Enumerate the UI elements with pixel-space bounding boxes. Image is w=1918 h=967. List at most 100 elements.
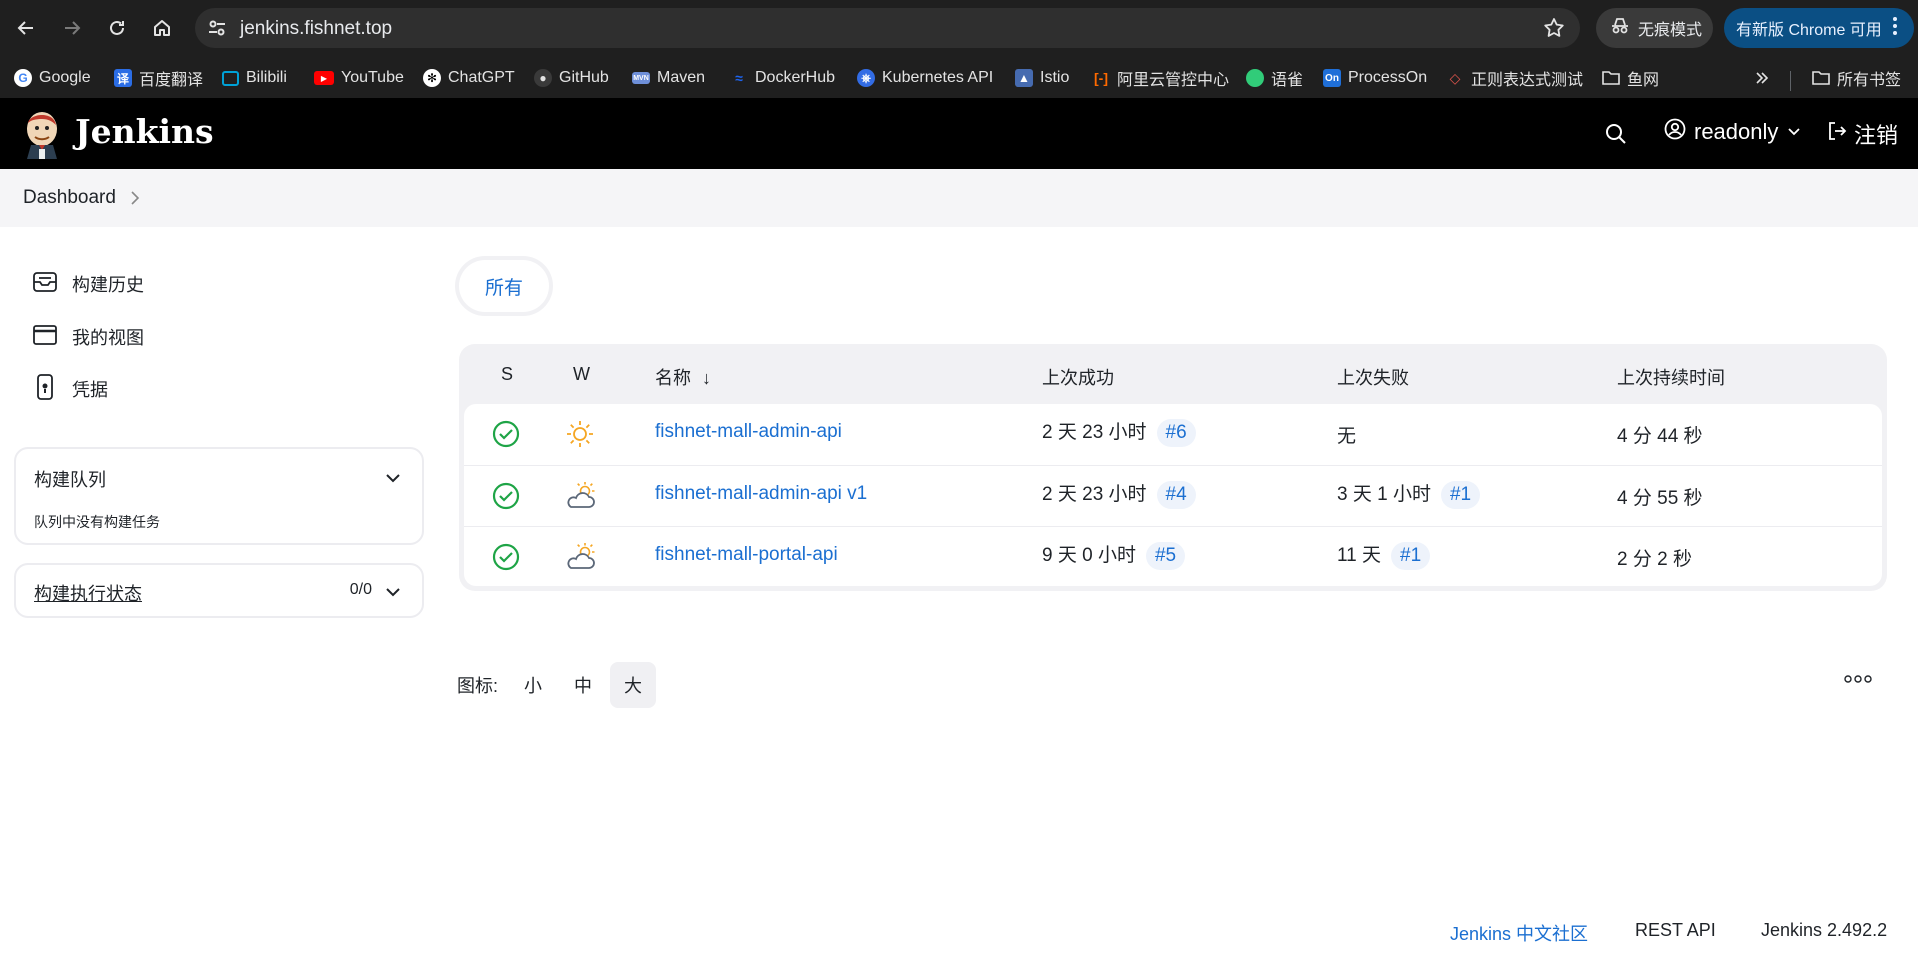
bookmarks-divider xyxy=(1790,71,1791,91)
col-weather[interactable]: W xyxy=(573,364,590,385)
build-badge[interactable]: #4 xyxy=(1156,481,1196,509)
icon-size-medium[interactable]: 中 xyxy=(560,662,606,708)
build-badge[interactable]: #1 xyxy=(1391,542,1431,570)
username[interactable]: readonly xyxy=(1694,119,1778,145)
tab-all[interactable]: 所有 xyxy=(459,260,549,312)
bookmark-dockerhub[interactable]: ≈ DockerHub xyxy=(730,66,835,90)
partly-cloudy-icon[interactable] xyxy=(565,481,597,516)
incognito-indicator[interactable]: 无痕模式 xyxy=(1596,8,1713,48)
breadcrumb: Dashboard xyxy=(0,169,1918,227)
task-credentials[interactable]: 凭据 xyxy=(32,373,108,405)
jobs-table: S W 名称 ↓ 上次成功 上次失败 上次持续时间 fishnet-mall-a… xyxy=(459,344,1887,591)
last-duration: 4 分 55 秒 xyxy=(1617,488,1703,509)
job-link[interactable]: fishnet-mall-portal-api xyxy=(655,544,838,566)
bilibili-icon xyxy=(222,70,239,86)
yuque-icon xyxy=(1246,69,1264,87)
bookmark-yuque[interactable]: 语雀 xyxy=(1246,66,1303,90)
last-failure: 3 天 1 小时 #1 xyxy=(1337,479,1481,509)
footer-rest-api-link[interactable]: REST API xyxy=(1635,920,1716,941)
bookmark-aliyun[interactable]: [-] 阿里云管控中心 xyxy=(1092,66,1229,90)
last-success: 2 天 23 小时 #6 xyxy=(1042,417,1196,447)
logout-button[interactable]: 注销 xyxy=(1826,118,1898,150)
more-options-icon[interactable] xyxy=(1844,672,1872,690)
col-status[interactable]: S xyxy=(501,364,513,385)
bookmark-star-icon[interactable] xyxy=(1542,16,1566,45)
success-icon[interactable] xyxy=(492,482,520,515)
logout-icon xyxy=(1826,120,1848,148)
breadcrumb-dashboard[interactable]: Dashboard xyxy=(23,187,116,209)
bookmark-bilibili[interactable]: Bilibili xyxy=(222,66,287,90)
bookmark-regex-test[interactable]: ◇ 正则表达式测试 xyxy=(1446,66,1583,90)
chevron-down-icon[interactable] xyxy=(384,583,402,606)
forward-icon[interactable] xyxy=(56,12,88,44)
home-icon[interactable] xyxy=(146,12,178,44)
logout-label: 注销 xyxy=(1854,123,1899,148)
chevron-down-icon[interactable] xyxy=(1786,119,1802,145)
bookmark-processon[interactable]: On ProcessOn xyxy=(1323,66,1427,90)
footer-version-link[interactable]: Jenkins 2.492.2 xyxy=(1761,920,1887,941)
col-last-success[interactable]: 上次成功 xyxy=(1042,364,1114,390)
jobs-table-body: fishnet-mall-admin-api 2 天 23 小时 #6 无 4 分… xyxy=(464,404,1882,586)
executor-count: 0/0 xyxy=(349,581,372,598)
search-icon[interactable] xyxy=(1604,122,1628,151)
docker-icon: ≈ xyxy=(735,70,743,86)
user-menu[interactable]: readonly xyxy=(1664,118,1802,146)
back-icon[interactable] xyxy=(10,12,42,44)
bookmark-maven[interactable]: MVN Maven xyxy=(632,66,705,90)
bookmark-istio[interactable]: ▲ Istio xyxy=(1015,66,1069,90)
job-link[interactable]: fishnet-mall-admin-api v1 xyxy=(655,483,867,505)
build-history-icon xyxy=(32,270,58,299)
processon-icon: On xyxy=(1323,69,1341,87)
baidu-translate-icon: 译 xyxy=(114,69,132,87)
bookmark-chatgpt[interactable]: ✻ ChatGPT xyxy=(423,66,515,90)
reload-icon[interactable] xyxy=(101,12,133,44)
my-views-icon xyxy=(32,323,58,352)
chevron-right-icon[interactable] xyxy=(128,189,142,212)
folder-icon xyxy=(1602,69,1620,87)
regex-icon: ◇ xyxy=(1449,69,1461,86)
table-row: fishnet-mall-admin-api v1 2 天 23 小时 #4 3 … xyxy=(464,465,1882,526)
url-text[interactable]: jenkins.fishnet.top xyxy=(240,18,392,40)
job-link[interactable]: fishnet-mall-admin-api xyxy=(655,421,842,443)
bookmark-github[interactable]: ● GitHub xyxy=(534,66,609,90)
bookmark-youtube[interactable]: ▶ YouTube xyxy=(314,66,404,90)
build-badge[interactable]: #6 xyxy=(1156,419,1196,447)
queue-empty-text: 队列中没有构建任务 xyxy=(34,514,160,530)
col-last-duration[interactable]: 上次持续时间 xyxy=(1617,364,1725,390)
jenkins-logo-icon[interactable] xyxy=(22,107,62,164)
youtube-icon: ▶ xyxy=(314,71,334,85)
sunny-icon[interactable] xyxy=(565,419,595,454)
build-badge[interactable]: #5 xyxy=(1145,542,1186,570)
executor-status-title[interactable]: 构建执行状态 xyxy=(34,580,142,606)
bookmark-folder-yuwang[interactable]: 鱼网 xyxy=(1602,66,1659,90)
bookmark-baidu-translate[interactable]: 译 百度翻译 xyxy=(114,66,203,90)
build-badge[interactable]: #1 xyxy=(1440,481,1481,509)
app-title[interactable]: Jenkins xyxy=(75,112,214,151)
bookmark-kubernetes-api[interactable]: ⎈ Kubernetes API xyxy=(857,66,993,90)
footer-community-link[interactable]: Jenkins 中文社区 xyxy=(1450,920,1588,946)
icon-size-small[interactable]: 小 xyxy=(510,662,556,708)
task-my-views[interactable]: 我的视图 xyxy=(32,322,144,352)
col-last-failure[interactable]: 上次失败 xyxy=(1337,364,1409,390)
all-bookmarks-button[interactable]: 所有书签 xyxy=(1812,66,1901,90)
site-settings-icon[interactable] xyxy=(205,16,229,45)
col-name[interactable]: 名称 ↓ xyxy=(655,364,711,390)
last-failure: 11 天 #1 xyxy=(1337,540,1431,570)
kebab-menu-icon[interactable] xyxy=(1892,16,1898,41)
credentials-icon xyxy=(32,373,58,405)
icon-size-large[interactable]: 大 xyxy=(610,662,657,708)
success-icon[interactable] xyxy=(492,420,520,453)
success-icon[interactable] xyxy=(492,543,520,576)
incognito-label: 无痕模式 xyxy=(1638,22,1703,39)
more-bookmarks-icon[interactable] xyxy=(1754,66,1770,90)
task-build-history[interactable]: 构建历史 xyxy=(32,269,144,299)
chrome-update-button[interactable]: 有新版 Chrome 可用 xyxy=(1724,8,1914,48)
icon-size-selector: 图标: 小 中 大 xyxy=(457,662,657,708)
build-queue-title[interactable]: 构建队列 xyxy=(34,466,106,492)
maven-icon: MVN xyxy=(632,72,650,84)
partly-cloudy-icon[interactable] xyxy=(565,542,597,577)
github-icon: ● xyxy=(534,69,552,87)
address-bar[interactable]: jenkins.fishnet.top xyxy=(195,8,1580,48)
bookmark-google[interactable]: G Google xyxy=(14,66,91,90)
chevron-down-icon[interactable] xyxy=(384,469,402,492)
